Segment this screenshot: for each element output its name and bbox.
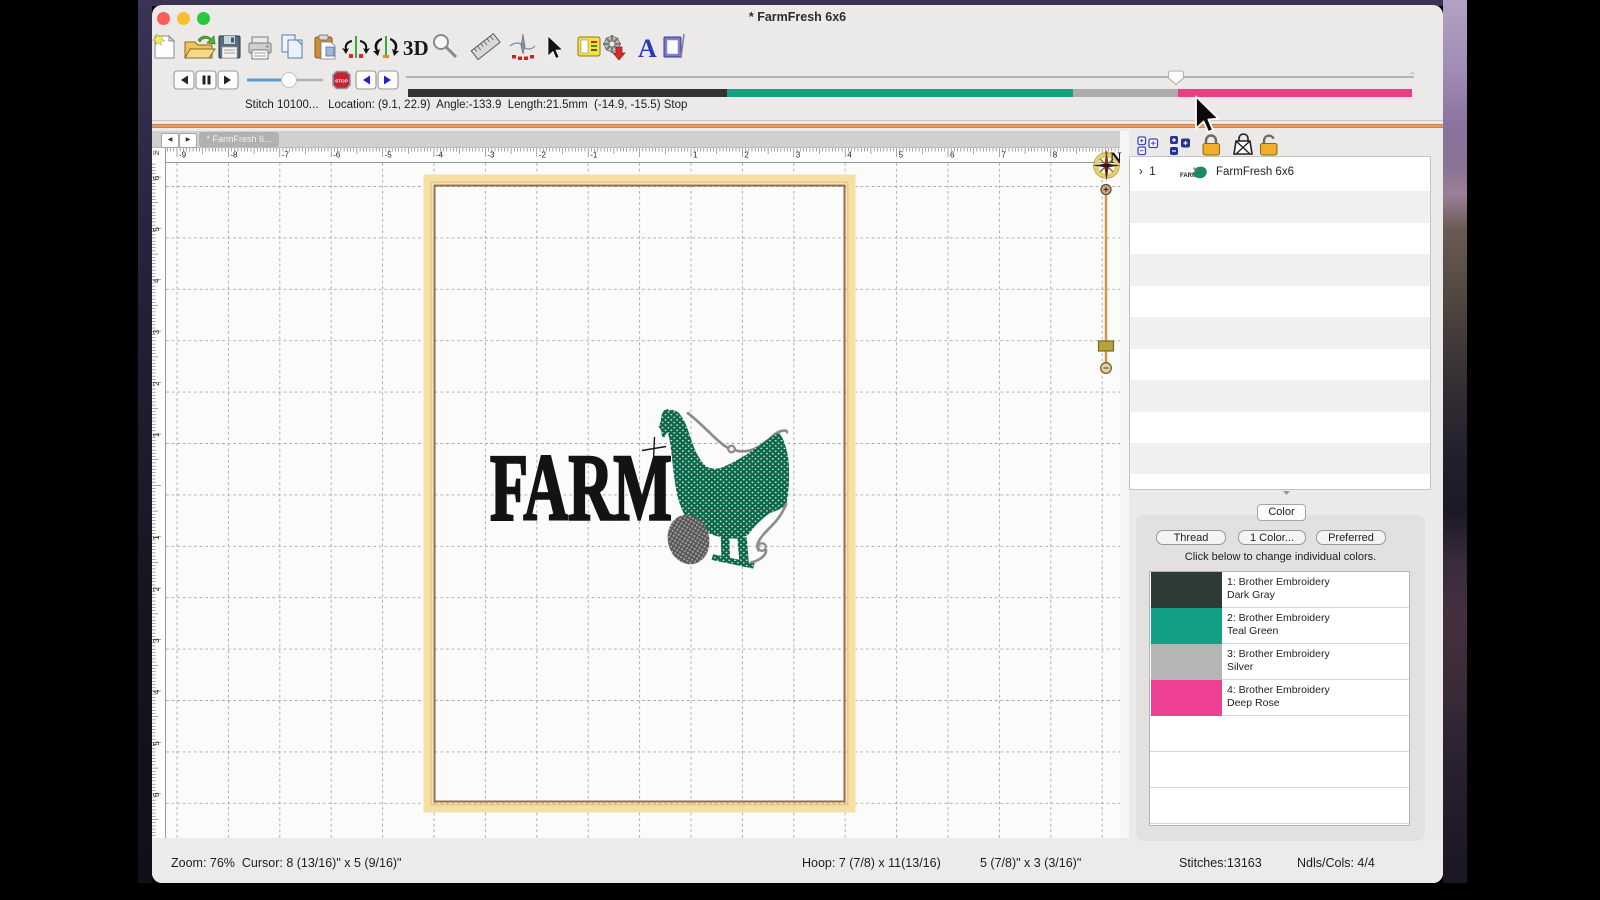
svg-text:-9: -9 (179, 151, 187, 160)
svg-text:2: 2 (152, 381, 161, 386)
svg-text:-4: -4 (436, 151, 444, 160)
svg-text:5: 5 (899, 151, 904, 160)
svg-text:1: 1 (152, 535, 161, 540)
svg-text:6: 6 (152, 792, 161, 797)
svg-text:4: 4 (152, 278, 161, 283)
svg-text:1: 1 (152, 432, 161, 437)
svg-text:-7: -7 (282, 151, 290, 160)
svg-text:8: 8 (1053, 151, 1058, 160)
svg-text:3: 3 (152, 329, 161, 334)
svg-text:-8: -8 (230, 151, 238, 160)
svg-text:1: 1 (693, 151, 698, 160)
svg-text:3D: 3D (403, 36, 429, 60)
svg-text:-5: -5 (385, 151, 393, 160)
svg-text:4: 4 (847, 151, 852, 160)
svg-text:6: 6 (950, 151, 955, 160)
svg-text:4: 4 (152, 689, 161, 694)
svg-text:FARM: FARM (490, 435, 672, 541)
svg-text:2: 2 (152, 586, 161, 591)
svg-text:7: 7 (1001, 151, 1006, 160)
svg-text:3: 3 (796, 151, 801, 160)
svg-text:2: 2 (744, 151, 749, 160)
svg-text:5: 5 (152, 227, 161, 232)
svg-text:A: A (638, 34, 657, 63)
svg-text:5: 5 (152, 741, 161, 746)
svg-text:-1: -1 (590, 151, 598, 160)
svg-text:-6: -6 (333, 151, 341, 160)
svg-text:STOP: STOP (335, 79, 349, 85)
svg-text:N: N (1110, 150, 1122, 167)
svg-text:3: 3 (152, 638, 161, 643)
svg-text:-2: -2 (539, 151, 547, 160)
svg-text:6: 6 (152, 175, 161, 180)
svg-text:-3: -3 (487, 151, 495, 160)
